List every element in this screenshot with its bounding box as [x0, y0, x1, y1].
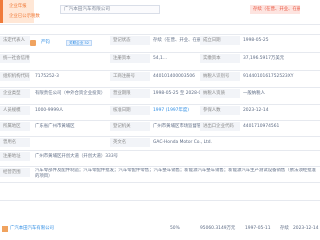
shareholder-ratio: 50%	[170, 226, 180, 231]
founded-value: 1998-05-25	[243, 38, 269, 43]
scope-label: 经营范围	[0, 168, 30, 177]
reg-status-value: 存续（在营、开业、在册）	[153, 38, 200, 43]
term-value: 1998-05-25 至 2028-05-13	[153, 91, 200, 96]
approval-date-label: 核准日期	[110, 106, 150, 115]
shareholder-date: 1997-05-11	[245, 226, 271, 231]
divider	[0, 120, 320, 121]
divider	[0, 87, 320, 88]
taxpayer-qual-label: 纳税人资质	[200, 89, 240, 98]
legal-rep-value[interactable]: 严钧	[38, 38, 64, 47]
badge-line1: 企业年报	[9, 4, 27, 9]
shareholder-table: 广汽本田汽车有限公司 50% 95060.3149万元 1997-05-11 存…	[0, 212, 320, 240]
address-label: 注册地址	[0, 152, 30, 161]
taxpayer-value: 9144010161752523XY	[243, 74, 294, 79]
legal-rep-label: 法定代表人	[0, 36, 30, 45]
divider	[0, 24, 320, 25]
authority-label: 登记机关	[110, 122, 150, 131]
avatar	[30, 40, 36, 46]
term-label: 营业期限	[110, 89, 150, 98]
org-code-value: 7175252-3	[35, 74, 59, 79]
shareholder-date2: 2023-12-14	[293, 226, 319, 231]
company-type-value: 有限责任公司（中外合资企业投资）	[35, 91, 106, 96]
credit-code-label: 统一社会信用代码	[0, 54, 30, 63]
shareholder-status: 存续	[280, 226, 289, 231]
company-name-box[interactable]: 广汽本田汽车有限公司	[60, 5, 160, 14]
divider	[0, 200, 320, 201]
reg-capital-label: 注册资本	[110, 54, 150, 63]
divider	[0, 150, 320, 151]
shareholder-amount: 95060.3149万元	[200, 226, 236, 231]
staff-value: 1000-9999人	[35, 108, 64, 113]
annual-report-badge[interactable]: 企业年报 企业已公示税数	[0, 0, 40, 23]
approval-date-value2: 2023-12-14	[243, 108, 269, 113]
reg-no-value: 440101400003506	[153, 74, 195, 79]
import-label: 进出口企业代码	[200, 122, 240, 131]
divider	[0, 104, 320, 105]
insured-label: 参保人数	[200, 106, 240, 115]
company-avatar	[2, 226, 8, 232]
import-value: 4401710974561	[243, 124, 280, 129]
approval-date-value[interactable]: 1997 (1997年度)	[150, 106, 200, 115]
region-label: 所属地区	[0, 122, 30, 131]
reg-capital-value: 54,1…	[153, 56, 168, 61]
scope-value: 汽车零部件及配件制造；汽车零配件批发；汽车零配件零售；汽车整车销售；新能源汽车整…	[35, 168, 317, 179]
org-code-label: 组织机构代码	[0, 72, 30, 81]
taxpayer-label: 纳税人识别号	[200, 72, 240, 81]
divider	[0, 52, 320, 53]
paid-capital-label: 实缴资本	[200, 54, 240, 63]
paid-capital-value: 37,196.5917万美元	[243, 56, 285, 61]
taxpayer-qual-value: 一般纳税人	[243, 91, 265, 96]
authority-value: 广州市黄埔区市场监督管理局	[153, 124, 200, 129]
divider	[0, 166, 320, 167]
english-label: 英文名	[110, 138, 150, 147]
divider	[0, 70, 320, 71]
divider	[0, 136, 320, 137]
divider	[0, 34, 320, 35]
english-value: GAC-Honda Motor Co., Ltd.	[153, 140, 212, 145]
related-companies-tag[interactable]: 关联企业 52	[66, 40, 93, 46]
staff-label: 人员规模	[0, 106, 30, 115]
region-value: 广东省广州市黄埔区	[35, 124, 75, 129]
shareholder-name[interactable]: 广汽本田汽车有限公司	[10, 224, 90, 233]
founded-label: 成立日期	[200, 36, 240, 45]
former-label: 曾用名	[0, 138, 30, 147]
status-badge: 存续（在营、开业、在册）	[250, 5, 300, 14]
badge-line2: 企业已公示税数	[9, 14, 40, 19]
reg-status-label: 登记状态	[110, 36, 150, 45]
company-type-label: 企业类型	[0, 89, 30, 98]
address-value: 广州市黄埔区开创大道（开创大道）333号	[35, 154, 119, 159]
header-bar: 企业年报 企业已公示税数 广汽本田汽车有限公司 存续（在营、开业、在册）	[0, 0, 320, 24]
reg-no-label: 工商注册号	[110, 72, 150, 81]
